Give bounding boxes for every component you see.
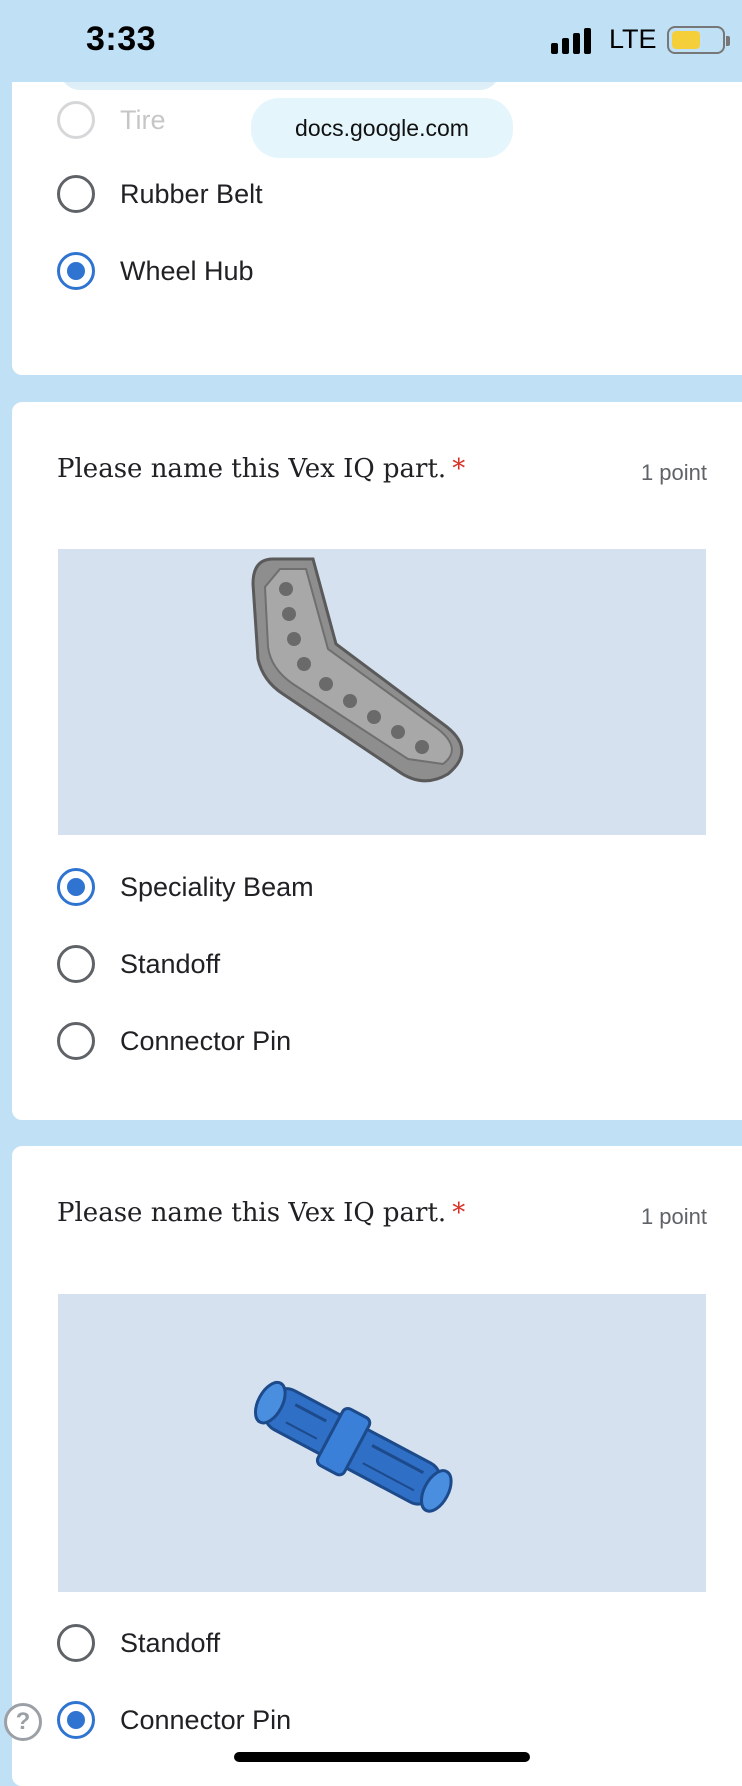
points-label: 1 point <box>640 460 707 485</box>
question-title: Please name this Vex IQ part. * <box>57 454 465 484</box>
option-label: Wheel Hub <box>120 255 254 286</box>
option-standoff[interactable]: Standoff <box>57 942 220 986</box>
option-standoff[interactable]: Standoff <box>57 1621 220 1665</box>
question-card: Please name this Vex IQ part. * 1 point S… <box>12 402 742 1120</box>
option-connector-pin[interactable]: Connector Pin <box>57 1019 291 1063</box>
radio-button[interactable] <box>57 945 95 983</box>
question-card: Please name this Vex IQ part. * 1 point S… <box>12 1146 742 1786</box>
url-bar[interactable]: docs.google.com <box>251 98 513 158</box>
radio-button[interactable] <box>57 1022 95 1060</box>
radio-button-selected[interactable] <box>57 868 95 906</box>
connector-pin-image <box>58 1294 706 1592</box>
option-label: Speciality Beam <box>120 871 314 902</box>
option-label: Standoff <box>120 1627 221 1658</box>
question-text: Please name this Vex IQ part. <box>57 454 447 484</box>
question-text: Please name this Vex IQ part. <box>57 1198 447 1228</box>
help-icon[interactable]: ? <box>4 1703 42 1741</box>
radio-button-selected[interactable] <box>57 1701 95 1739</box>
signal-icon <box>551 28 595 54</box>
points-label: 1 point <box>640 1204 707 1229</box>
option-wheel-hub[interactable]: Wheel Hub <box>57 249 254 293</box>
radio-button-selected[interactable] <box>57 252 95 290</box>
status-time: 3:33 <box>86 20 157 58</box>
speciality-beam-image <box>58 549 706 835</box>
option-connector-pin[interactable]: Connector Pin <box>57 1698 291 1742</box>
option-tire[interactable]: Tire <box>57 98 166 142</box>
option-label: Connector Pin <box>120 1704 292 1735</box>
battery-icon <box>667 26 730 54</box>
radio-button[interactable] <box>57 175 95 213</box>
option-speciality-beam[interactable]: Speciality Beam <box>57 865 314 909</box>
network-label: LTE <box>609 24 657 54</box>
radio-button[interactable] <box>57 101 95 139</box>
home-indicator[interactable] <box>234 1752 530 1762</box>
question-title: Please name this Vex IQ part. * <box>57 1198 465 1228</box>
status-bar: 3:33 LTE <box>0 0 742 82</box>
radio-button[interactable] <box>57 1624 95 1662</box>
required-mark: * <box>452 1198 466 1228</box>
option-label: Connector Pin <box>120 1025 292 1056</box>
option-label: Rubber Belt <box>120 178 263 209</box>
option-rubber-belt[interactable]: Rubber Belt <box>57 172 263 216</box>
option-label: Standoff <box>120 948 221 979</box>
required-mark: * <box>452 454 466 484</box>
option-label: Tire <box>120 104 166 135</box>
